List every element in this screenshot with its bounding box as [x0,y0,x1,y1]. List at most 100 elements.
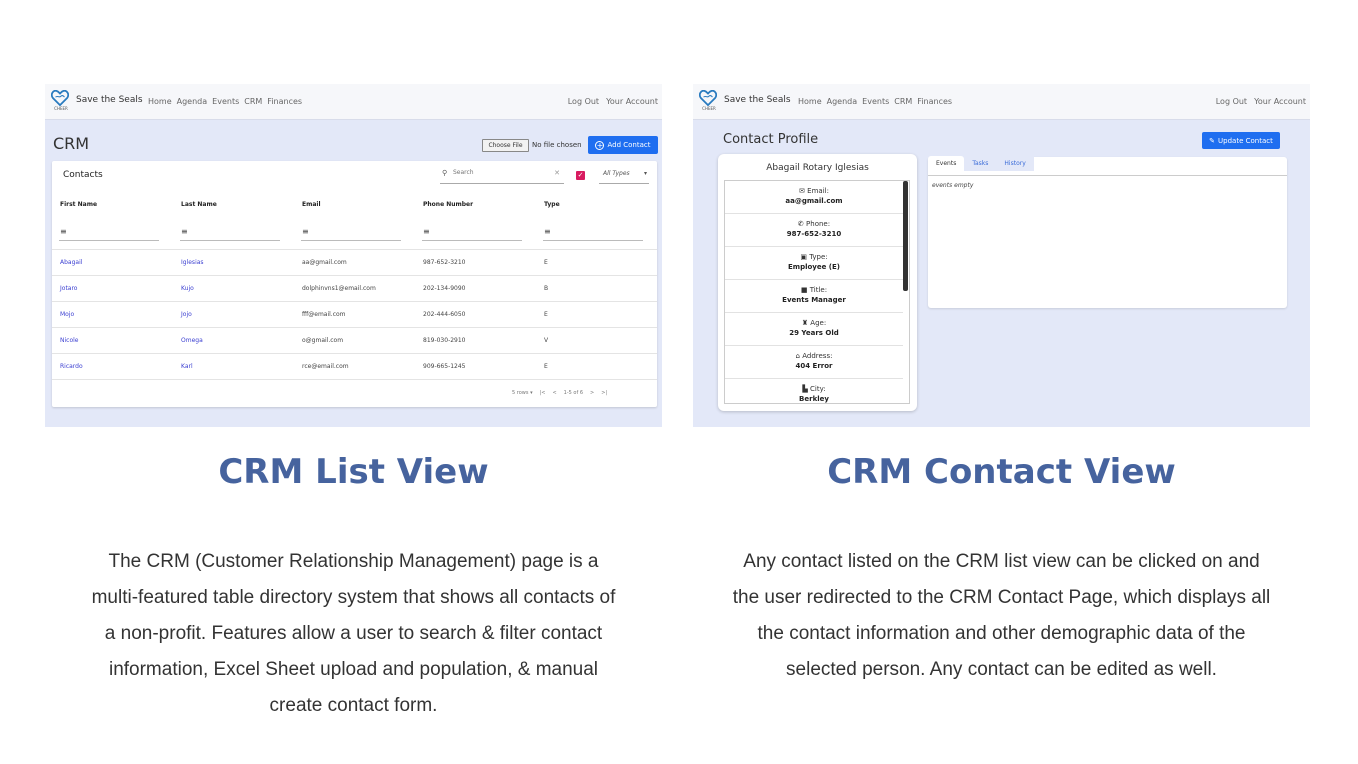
page-range: 1-5 of 6 [563,390,584,396]
cell-first-name[interactable]: Ricardo [60,363,83,370]
table-row[interactable]: Nicole Omega o@gmail.com 819-030-2910 V [52,327,657,353]
contact-name: Abagail Rotary Iglesias [766,163,869,173]
update-contact-button[interactable]: ✎ Update Contact [1202,132,1280,149]
contacts-table-panel: Contacts ⚲ ✕ ✓ All Types ▾ First Name La… [52,161,657,407]
rows-per-page-select[interactable]: 5 rows ▾ [512,390,533,396]
caption-contact-view: CRM Contact View [827,452,1176,492]
clear-icon[interactable]: ✕ [554,169,560,177]
envelope-icon: ✉ [799,187,805,195]
field-value: Events Manager [782,296,846,304]
cell-email: rce@email.com [302,363,349,370]
description-line: the user redirected to the CRM Contact P… [732,587,1271,608]
nav-crm[interactable]: CRM [894,97,912,106]
type-select-value: All Types [603,170,630,177]
filter-type[interactable]: ≡ [543,225,643,241]
tab-history[interactable]: History [996,156,1033,171]
file-status: No file chosen [532,141,582,149]
nav-events[interactable]: Events [212,97,239,106]
last-page-icon[interactable]: >| [601,390,607,396]
prev-page-icon[interactable]: < [552,390,556,396]
search-field[interactable]: ⚲ ✕ [440,166,564,184]
cell-phone: 819-030-2910 [423,337,466,344]
cell-last-name[interactable]: Karl [181,363,193,370]
column-header-first-name[interactable]: First Name [60,201,97,208]
page-title: CRM [53,134,90,153]
table-row[interactable]: Jotaro Kujo dolphinvns1@email.com 202-13… [52,275,657,301]
tabs-panel: Events Tasks History events empty [928,156,1287,308]
cell-first-name[interactable]: Abagail [60,259,82,266]
cell-phone: 202-444-6050 [423,311,466,318]
field-value: 404 Error [795,362,833,370]
logo[interactable]: CHEER [51,90,71,114]
nav-agenda[interactable]: Agenda [177,97,208,106]
cell-first-name[interactable]: Jotaro [60,285,77,292]
cake-icon: ♜ [801,319,809,327]
contact-fields-list[interactable]: ✉ Email: aa@gmail.com ✆ Phone: 987-652-3… [724,180,910,404]
cell-first-name[interactable]: Nicole [60,337,78,344]
page-title: Contact Profile [723,132,819,147]
field-address: ⌂ Address: 404 Error [725,346,903,379]
table-row[interactable]: Ricardo Karl rce@email.com 909-665-1245 … [52,353,657,379]
nav-account-links: Log Out Your Account [1216,97,1306,106]
add-contact-button[interactable]: + Add Contact [588,136,658,154]
cell-last-name[interactable]: Kujo [181,285,194,292]
table-row[interactable]: Abagail Iglesias aa@gmail.com 987-652-32… [52,249,657,275]
logout-link[interactable]: Log Out [568,97,599,106]
next-page-icon[interactable]: > [590,390,594,396]
column-header-phone[interactable]: Phone Number [423,201,473,208]
filter-phone[interactable]: ≡ [422,225,522,241]
nav-agenda[interactable]: Agenda [827,97,858,106]
cell-last-name[interactable]: Jojo [181,311,192,318]
table-row[interactable]: Mojo Jojo fff@email.com 202-444-6050 E [52,301,657,327]
heart-logo-icon [699,90,717,106]
description-line: the contact information and other demogr… [757,623,1246,644]
column-header-email[interactable]: Email [302,201,321,208]
logo[interactable]: CHEER [699,90,719,114]
cell-type: E [544,363,548,370]
filter-last-name[interactable]: ≡ [180,225,280,241]
field-label: ♜ Age: [801,319,827,327]
tab-tasks[interactable]: Tasks [964,156,996,171]
choose-file-button[interactable]: Choose File [482,139,529,152]
nav-finances[interactable]: Finances [267,97,302,106]
cell-first-name[interactable]: Mojo [60,311,74,318]
cell-last-name[interactable]: Omega [181,337,203,344]
brand-name[interactable]: Save the Seals [724,95,791,105]
column-header-last-name[interactable]: Last Name [181,201,217,208]
filter-email[interactable]: ≡ [301,225,401,241]
search-input[interactable] [453,169,545,176]
description-line: The CRM (Customer Relationship Managemen… [108,551,599,572]
account-link[interactable]: Your Account [1254,97,1306,106]
tab-bar: Events Tasks History [928,156,1034,171]
filter-icon: ≡ [544,227,551,236]
first-page-icon[interactable]: |< [540,390,546,396]
rows-per-page-value: 5 rows [512,390,529,396]
nav-finances[interactable]: Finances [917,97,952,106]
description-list-view: The CRM (Customer Relationship Managemen… [45,544,662,724]
cell-last-name[interactable]: Iglesias [181,259,204,266]
scrollbar[interactable] [903,181,908,291]
logout-link[interactable]: Log Out [1216,97,1247,106]
field-type: ▣ Type: Employee (E) [725,247,903,280]
filter-icon: ≡ [181,227,188,236]
crm-list-screenshot: CHEER Save the Seals Home Agenda Events … [45,84,662,427]
filter-icon: ≡ [302,227,309,236]
account-link[interactable]: Your Account [606,97,658,106]
cell-phone: 909-665-1245 [423,363,466,370]
nav-home[interactable]: Home [798,97,822,106]
nav-events[interactable]: Events [862,97,889,106]
tab-events[interactable]: Events [928,156,965,171]
field-value: aa@gmail.com [785,197,843,205]
field-title: ■ Title: Events Manager [725,280,903,313]
field-value: 29 Years Old [789,329,839,337]
nav-crm[interactable]: CRM [244,97,262,106]
crm-contact-screenshot: CHEER Save the Seals Home Agenda Events … [693,84,1310,427]
brand-name[interactable]: Save the Seals [76,95,143,105]
field-label: ✉ Email: [799,187,829,195]
column-header-type[interactable]: Type [544,201,560,208]
filter-first-name[interactable]: ≡ [59,225,159,241]
description-line: create contact form. [269,695,438,716]
filter-checkbox[interactable]: ✓ [576,171,585,180]
nav-home[interactable]: Home [148,97,172,106]
type-select[interactable]: All Types ▾ [599,166,649,184]
